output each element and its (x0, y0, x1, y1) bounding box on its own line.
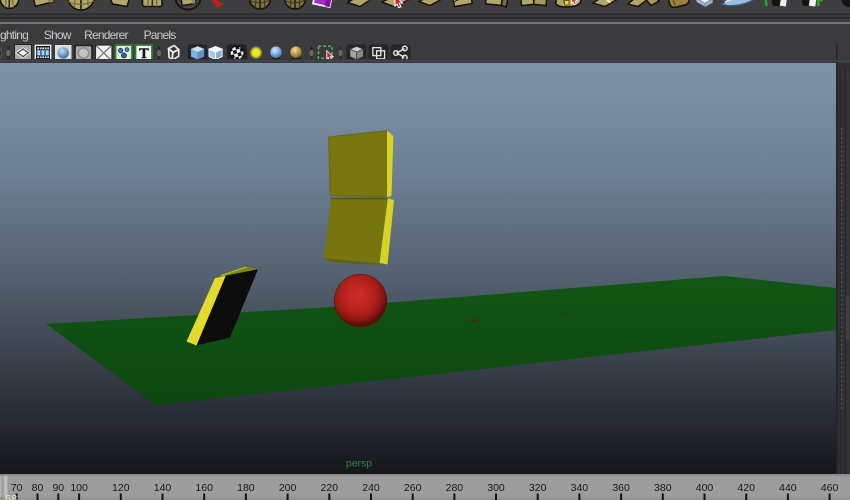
svg-text:300: 300 (487, 482, 505, 494)
svg-text:440: 440 (779, 482, 797, 494)
svg-text:180: 180 (237, 482, 255, 494)
svg-text:240: 240 (362, 482, 380, 494)
svg-text:400: 400 (696, 482, 714, 494)
svg-text:80: 80 (32, 482, 44, 494)
svg-text:380: 380 (654, 482, 672, 494)
svg-text:120: 120 (112, 482, 130, 494)
svg-text:420: 420 (737, 482, 755, 494)
svg-text:140: 140 (154, 482, 172, 494)
svg-text:260: 260 (404, 482, 422, 494)
svg-text:220: 220 (321, 482, 339, 494)
svg-text:70: 70 (11, 482, 23, 494)
svg-text:90: 90 (52, 482, 64, 494)
svg-text:200: 200 (279, 482, 297, 494)
svg-text:68: 68 (5, 494, 17, 500)
svg-text:280: 280 (446, 482, 464, 494)
svg-text:100: 100 (70, 482, 88, 494)
svg-text:340: 340 (571, 482, 589, 494)
svg-text:160: 160 (195, 482, 213, 494)
svg-text:320: 320 (529, 482, 547, 494)
svg-text:persp: persp (346, 458, 372, 470)
svg-text:460: 460 (821, 482, 839, 494)
svg-text:360: 360 (612, 482, 630, 494)
